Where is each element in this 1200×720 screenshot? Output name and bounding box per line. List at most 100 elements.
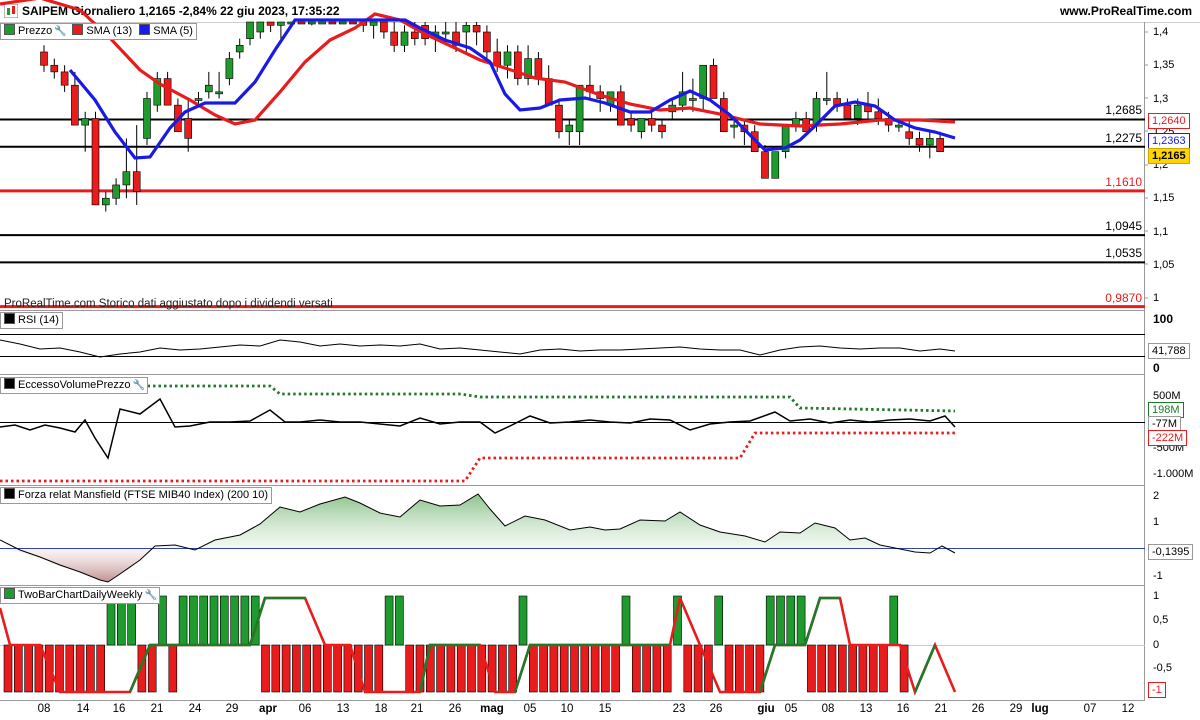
x-tick-label: 14 [76, 703, 90, 715]
price-legend[interactable]: Prezzo 🔧 SMA (13) SMA (5) [0, 23, 197, 40]
twobar-bar [436, 644, 445, 693]
price-tick-label: 1,15 [1153, 192, 1175, 205]
twobar-wrench-icon[interactable]: 🔧 [145, 588, 157, 603]
candle [132, 125, 141, 205]
x-tick-label: 07 [1083, 703, 1097, 715]
twobar-panel [0, 595, 1145, 696]
x-tick-label: 06 [298, 703, 312, 715]
candle [60, 65, 69, 92]
evp-panel [0, 384, 1145, 483]
candle [50, 58, 59, 79]
twobar-bar [24, 644, 33, 693]
twobar-bar [261, 644, 270, 693]
twobar-bar [621, 595, 631, 646]
sma5-value-tag: 1,2363 [1148, 133, 1190, 149]
x-tick-label: 26 [448, 703, 462, 715]
twobar-bar [271, 644, 281, 693]
candle [544, 65, 553, 106]
twobar-bar [302, 644, 312, 693]
twobar-bar [889, 595, 899, 646]
twobar-bar [590, 644, 600, 693]
rsi-legend[interactable]: RSI (14) [0, 312, 63, 329]
evp-legend[interactable]: EccessoVolumePrezzo 🔧 [0, 377, 148, 394]
candle [40, 45, 48, 72]
twobar-bar [724, 644, 734, 693]
twobar-bar [333, 644, 342, 693]
x-tick-label: 29 [225, 703, 239, 715]
mansfield-legend[interactable]: Forza relat Mansfield (FTSE MIB40 Index)… [0, 487, 273, 504]
candle [205, 71, 213, 99]
x-tick-label: 26 [971, 703, 985, 715]
price-tick-label: 1,4 [1153, 26, 1169, 38]
mansfield-value-tag: -0,1395 [1148, 544, 1194, 560]
candle [658, 118, 666, 139]
candle [380, 21, 388, 39]
x-tick-label: 23 [672, 703, 686, 715]
candle [925, 131, 934, 159]
candle [235, 38, 244, 59]
candle [596, 85, 605, 112]
twobar-bar [879, 644, 888, 693]
twobar-bar [364, 644, 373, 693]
settings-wrench-icon[interactable]: 🔧 [54, 24, 66, 39]
candle [915, 131, 924, 152]
x-tick-label: 12 [1121, 703, 1135, 715]
twobar-bar [75, 644, 85, 693]
twobar-color-swatch [4, 588, 15, 599]
sma5-color-swatch [139, 24, 151, 35]
rsi-color-swatch [4, 313, 15, 324]
twobar-bar [220, 595, 229, 646]
twobar-bar [796, 595, 806, 646]
level-label-4: 1,0535 [1105, 246, 1142, 261]
twobar-bar [230, 595, 239, 646]
candle [225, 51, 234, 86]
candle [565, 118, 574, 146]
twobar-bar [837, 644, 847, 693]
twobar-bar [652, 644, 662, 693]
candle [91, 111, 100, 206]
evp-upper-dotted [120, 384, 956, 413]
twobar-bar [662, 644, 672, 693]
evp-wrench-icon[interactable]: 🔧 [133, 378, 145, 393]
x-tick-label: 13 [336, 703, 350, 715]
twobar-bar [817, 644, 827, 693]
x-tick-label: 21 [934, 703, 948, 715]
rsi-panel [0, 334, 1145, 358]
twobar-bar [858, 644, 868, 693]
x-tick-label: 05 [523, 703, 537, 715]
x-tick-label: 08 [37, 703, 51, 715]
candle [627, 111, 635, 132]
level-label-1: 1,2275 [1105, 130, 1142, 145]
twobar-bar [549, 644, 559, 693]
candle [699, 64, 708, 112]
twobar-bar [559, 644, 569, 693]
twobar-bar [199, 595, 208, 646]
evp-title: EccessoVolumePrezzo [18, 379, 131, 391]
twobar-bar [683, 644, 693, 693]
candle [369, 21, 378, 39]
candle [143, 91, 151, 146]
candle [215, 71, 223, 99]
evp-color-swatch [4, 378, 15, 389]
twobar-bar [395, 595, 404, 646]
rsi-title: RSI (14) [18, 314, 59, 326]
candle [328, 21, 337, 25]
twobar-legend[interactable]: TwoBarChartDailyWeekly 🔧 [0, 587, 160, 604]
evp-lower-dotted [0, 431, 955, 483]
twobar-bar [178, 595, 188, 646]
chart-canvas[interactable] [0, 0, 1200, 720]
twobar-bar [776, 595, 785, 646]
price-tick-label: 1,05 [1153, 258, 1175, 271]
twobar-bar [868, 644, 878, 693]
x-tick-label: 24 [188, 703, 202, 715]
twobar-bar [631, 644, 641, 693]
candle [338, 21, 347, 25]
twobar-bar [508, 644, 518, 693]
twobar-bar [518, 595, 528, 646]
sma5-legend-label: SMA (5) [153, 25, 193, 37]
x-tick-label: 29 [1009, 703, 1023, 715]
last-price-tag: 1,2165 [1148, 148, 1190, 164]
candle [771, 151, 780, 179]
candle [709, 58, 718, 99]
price-legend-label: Prezzo [18, 25, 53, 37]
